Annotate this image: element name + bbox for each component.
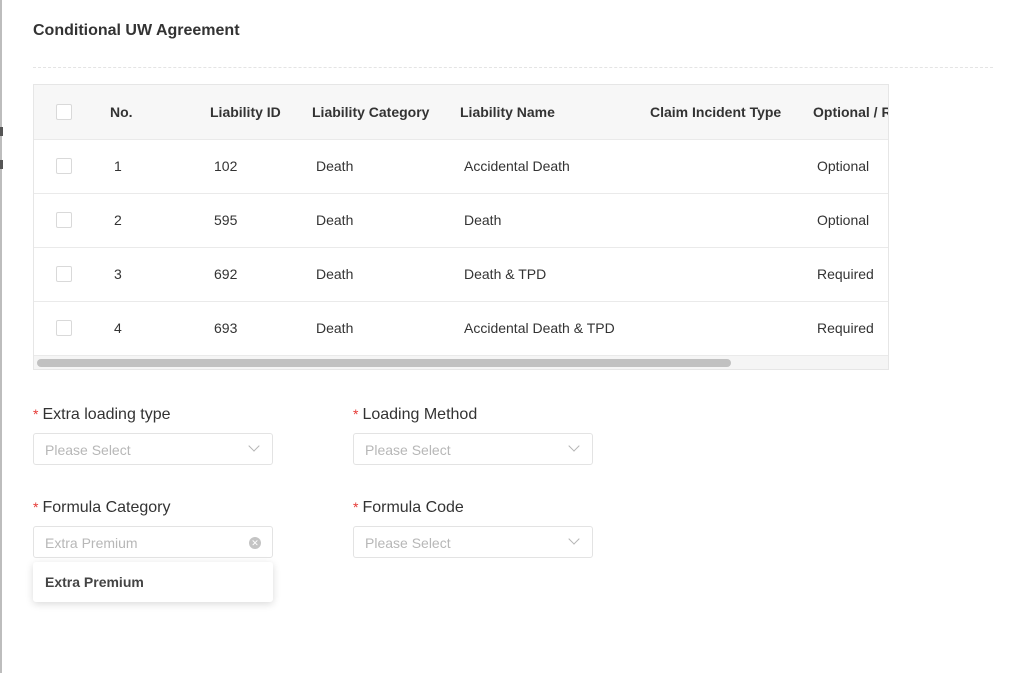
cell-liability-id: 595: [210, 193, 312, 248]
cell-liability-id: 693: [210, 301, 312, 356]
cell-claim-incident-type: [650, 301, 813, 356]
chevron-down-icon: [248, 440, 260, 452]
formula-category-dropdown: Extra Premium: [33, 562, 273, 602]
cell-claim-incident-type: [650, 193, 813, 248]
chevron-down-icon: [568, 533, 580, 545]
clear-icon[interactable]: ✕: [249, 537, 261, 549]
header-liability-name: Liability Name: [460, 85, 650, 140]
formula-category-label-text: Formula Category: [42, 499, 171, 516]
loading-method-placeholder: Please Select: [365, 442, 451, 458]
loading-method-select[interactable]: Please Select: [353, 433, 593, 465]
header-claim-incident-type: Claim Incident Type: [650, 85, 813, 140]
cell-optional-required: Required: [813, 247, 888, 302]
dropdown-option-extra-premium[interactable]: Extra Premium: [45, 574, 144, 590]
cell-no: 3: [110, 247, 210, 302]
left-panel-marker: [0, 160, 3, 169]
cell-no: 2: [110, 193, 210, 248]
table-row[interactable]: 2 595 Death Death Optional: [34, 193, 888, 248]
required-marker: *: [33, 406, 39, 422]
header-optional-required: Optional / Required: [813, 85, 888, 140]
cell-optional-required: Optional: [813, 139, 888, 194]
scrollbar-thumb[interactable]: [37, 359, 731, 367]
table-row[interactable]: 3 692 Death Death & TPD Required: [34, 247, 888, 302]
loading-method-label: * Loading Method: [353, 406, 477, 424]
cell-liability-name: Accidental Death & TPD: [460, 301, 650, 356]
row-checkbox[interactable]: [56, 212, 72, 228]
loading-method-label-text: Loading Method: [362, 406, 478, 423]
header-no: No.: [110, 85, 210, 140]
cell-liability-category: Death: [312, 139, 460, 194]
formula-code-label-text: Formula Code: [362, 499, 464, 516]
liability-table: No. Liability ID Liability Category Liab…: [33, 84, 889, 370]
row-checkbox[interactable]: [56, 320, 72, 336]
required-marker: *: [33, 499, 39, 515]
formula-code-placeholder: Please Select: [365, 535, 451, 551]
cell-optional-required: Optional: [813, 193, 888, 248]
left-panel-edge: [0, 0, 2, 673]
left-panel-marker: [0, 127, 3, 136]
cell-liability-category: Death: [312, 301, 460, 356]
cell-optional-required: Required: [813, 301, 888, 356]
cell-liability-id: 102: [210, 139, 312, 194]
formula-category-value: Extra Premium: [45, 535, 138, 551]
cell-no: 4: [110, 301, 210, 356]
extra-loading-type-label: * Extra loading type: [33, 406, 171, 424]
horizontal-scrollbar[interactable]: [34, 355, 888, 369]
required-marker: *: [353, 499, 359, 515]
cell-liability-id: 692: [210, 247, 312, 302]
cell-liability-name: Death: [460, 193, 650, 248]
section-divider: [33, 67, 993, 68]
cell-claim-incident-type: [650, 247, 813, 302]
row-checkbox[interactable]: [56, 158, 72, 174]
cell-liability-category: Death: [312, 247, 460, 302]
formula-code-select[interactable]: Please Select: [353, 526, 593, 558]
header-select-all[interactable]: [34, 85, 110, 140]
cell-liability-name: Death & TPD: [460, 247, 650, 302]
page-title: Conditional UW Agreement: [33, 22, 240, 39]
chevron-down-icon: [568, 440, 580, 452]
extra-loading-type-label-text: Extra loading type: [42, 406, 171, 423]
cell-liability-name: Accidental Death: [460, 139, 650, 194]
table-header-row: No. Liability ID Liability Category Liab…: [34, 85, 888, 140]
table-row[interactable]: 4 693 Death Accidental Death & TPD Requi…: [34, 301, 888, 356]
cell-no: 1: [110, 139, 210, 194]
extra-loading-type-select[interactable]: Please Select: [33, 433, 273, 465]
cell-liability-category: Death: [312, 193, 460, 248]
formula-category-label: * Formula Category: [33, 499, 171, 517]
extra-loading-type-placeholder: Please Select: [45, 442, 131, 458]
table-row[interactable]: 1 102 Death Accidental Death Optional: [34, 139, 888, 194]
select-all-checkbox[interactable]: [56, 103, 72, 120]
header-liability-category: Liability Category: [312, 85, 460, 140]
required-marker: *: [353, 406, 359, 422]
header-liability-id: Liability ID: [210, 85, 312, 140]
cell-claim-incident-type: [650, 139, 813, 194]
row-checkbox[interactable]: [56, 266, 72, 282]
formula-category-select[interactable]: Extra Premium ✕: [33, 526, 273, 558]
formula-code-label: * Formula Code: [353, 499, 464, 517]
